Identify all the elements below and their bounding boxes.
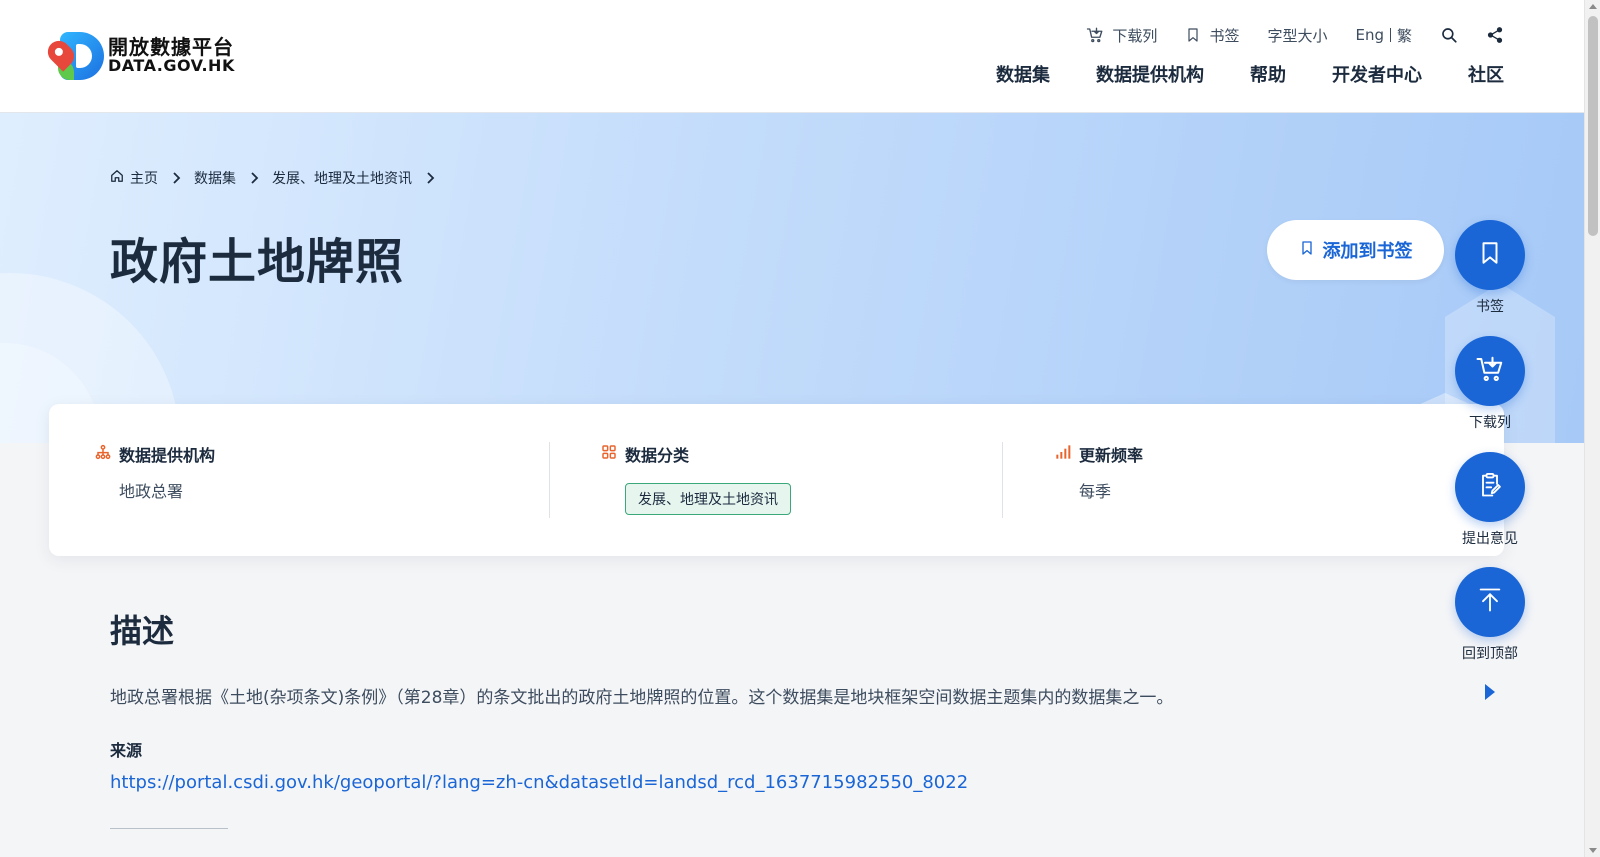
side-download-list-label: 下载列 [1469,415,1511,431]
category-label: 数据分类 [625,446,690,465]
bookmark-icon [1477,238,1503,272]
logo-mark-icon [43,30,104,82]
side-feedback-label: 提出意见 [1462,531,1518,547]
nav-community[interactable]: 社区 [1468,62,1504,90]
source-link[interactable]: https://portal.csdi.gov.hk/geoportal/?la… [110,772,968,793]
bookmarks-label: 书签 [1209,26,1240,45]
breadcrumb-home-label: 主页 [130,171,158,187]
lang-trad-link[interactable]: 繁 [1397,25,1412,46]
side-download-list-button[interactable] [1455,336,1525,406]
search-icon [1440,26,1458,44]
scroll-down-arrow-icon[interactable] [1589,848,1597,853]
back-to-top-button[interactable] [1455,567,1525,637]
breadcrumb: 主页 数据集 发展、地理及土地资讯 [110,168,436,188]
site-logo[interactable]: 開放數據平台 DATA.GOV.HK [43,30,235,82]
org-chart-icon [95,444,111,464]
side-bookmark-action: 书签 [1455,220,1525,316]
lang-separator [1389,28,1391,42]
breadcrumb-item-category[interactable]: 发展、地理及土地资讯 [272,168,412,188]
category-tag[interactable]: 发展、地理及土地资讯 [625,483,791,515]
add-bookmark-label: 添加到书签 [1322,241,1413,262]
signal-bars-icon [1055,444,1071,464]
add-bookmark-button[interactable]: 添加到书签 [1267,220,1444,280]
lang-eng-link[interactable]: Eng [1355,26,1384,44]
dataset-info-card: 数据提供机构 地政总署 数据分类 发展、地理及土地资讯 更新频率 每季 [49,404,1504,556]
side-top-action: 回到顶部 [1455,567,1525,663]
nav-developer-centre[interactable]: 开发者中心 [1332,62,1422,90]
clipboard-edit-icon [1476,470,1504,504]
share-button[interactable] [1486,24,1504,46]
side-bookmark-label: 书签 [1476,299,1504,315]
font-size-link[interactable]: 字型大小 [1267,24,1327,46]
scrollbar-thumb[interactable] [1588,16,1598,236]
provider-value[interactable]: 地政总署 [119,478,215,502]
frequency-value: 每季 [1079,482,1112,501]
share-icon [1486,26,1504,44]
download-list-label: 下载列 [1112,26,1158,45]
breadcrumb-item-datasets[interactable]: 数据集 [194,168,236,188]
provider-label: 数据提供机构 [119,446,216,465]
logo-text-en: DATA.GOV.HK [108,56,235,76]
section-divider [110,828,228,829]
site-header: 開放數據平台 DATA.GOV.HK 下载列 书签 字型大小 Eng 繁 数据集… [0,0,1584,113]
side-feedback-button[interactable] [1455,452,1525,522]
description-title: 描述 [110,612,175,650]
caret-right-icon [1483,684,1497,705]
language-switcher: Eng 繁 [1355,24,1412,46]
cart-icon [1475,354,1505,388]
description-text: 地政总署根据《土地(杂项条文)条例》（第28章）的条文批出的政府土地牌照的位置。… [110,688,1174,708]
home-icon [110,169,124,187]
chevron-right-icon [170,172,182,184]
collapse-side-panel-button[interactable] [1483,683,1497,701]
nav-help[interactable]: 帮助 [1250,62,1286,90]
download-list-link[interactable]: 下载列 [1086,24,1157,46]
side-bookmark-button[interactable] [1455,220,1525,290]
side-download-action: 下载列 [1455,336,1525,432]
arrow-up-icon [1476,585,1504,619]
info-divider [549,442,550,518]
bookmark-icon [1185,26,1201,44]
nav-datasets[interactable]: 数据集 [996,62,1050,90]
logo-text-cn: 開放數據平台 [108,35,234,60]
chevron-right-icon [248,172,260,184]
search-button[interactable] [1440,24,1458,46]
chevron-right-icon [424,172,436,184]
grid-icon [601,444,617,464]
bookmarks-link[interactable]: 书签 [1185,24,1239,46]
frequency-label: 更新频率 [1079,446,1144,465]
back-to-top-label: 回到顶部 [1462,646,1518,662]
side-feedback-action: 提出意见 [1455,452,1525,548]
source-label: 来源 [110,741,143,760]
utility-nav: 下载列 书签 字型大小 Eng 繁 [1086,24,1504,46]
page-title: 政府土地牌照 [110,234,405,290]
bookmark-icon [1299,238,1315,263]
cart-icon [1086,26,1104,44]
category-info: 数据分类 发展、地理及土地资讯 [601,442,791,515]
scroll-up-arrow-icon[interactable] [1589,4,1597,9]
main-nav: 数据集 数据提供机构 帮助 开发者中心 社区 [996,62,1504,90]
page-scrollbar[interactable] [1584,0,1600,857]
breadcrumb-home[interactable]: 主页 [110,168,158,188]
info-divider [1002,442,1003,518]
frequency-info: 更新频率 每季 [1055,442,1143,502]
nav-data-providers[interactable]: 数据提供机构 [1096,62,1204,90]
provider-info: 数据提供机构 地政总署 [95,442,215,502]
